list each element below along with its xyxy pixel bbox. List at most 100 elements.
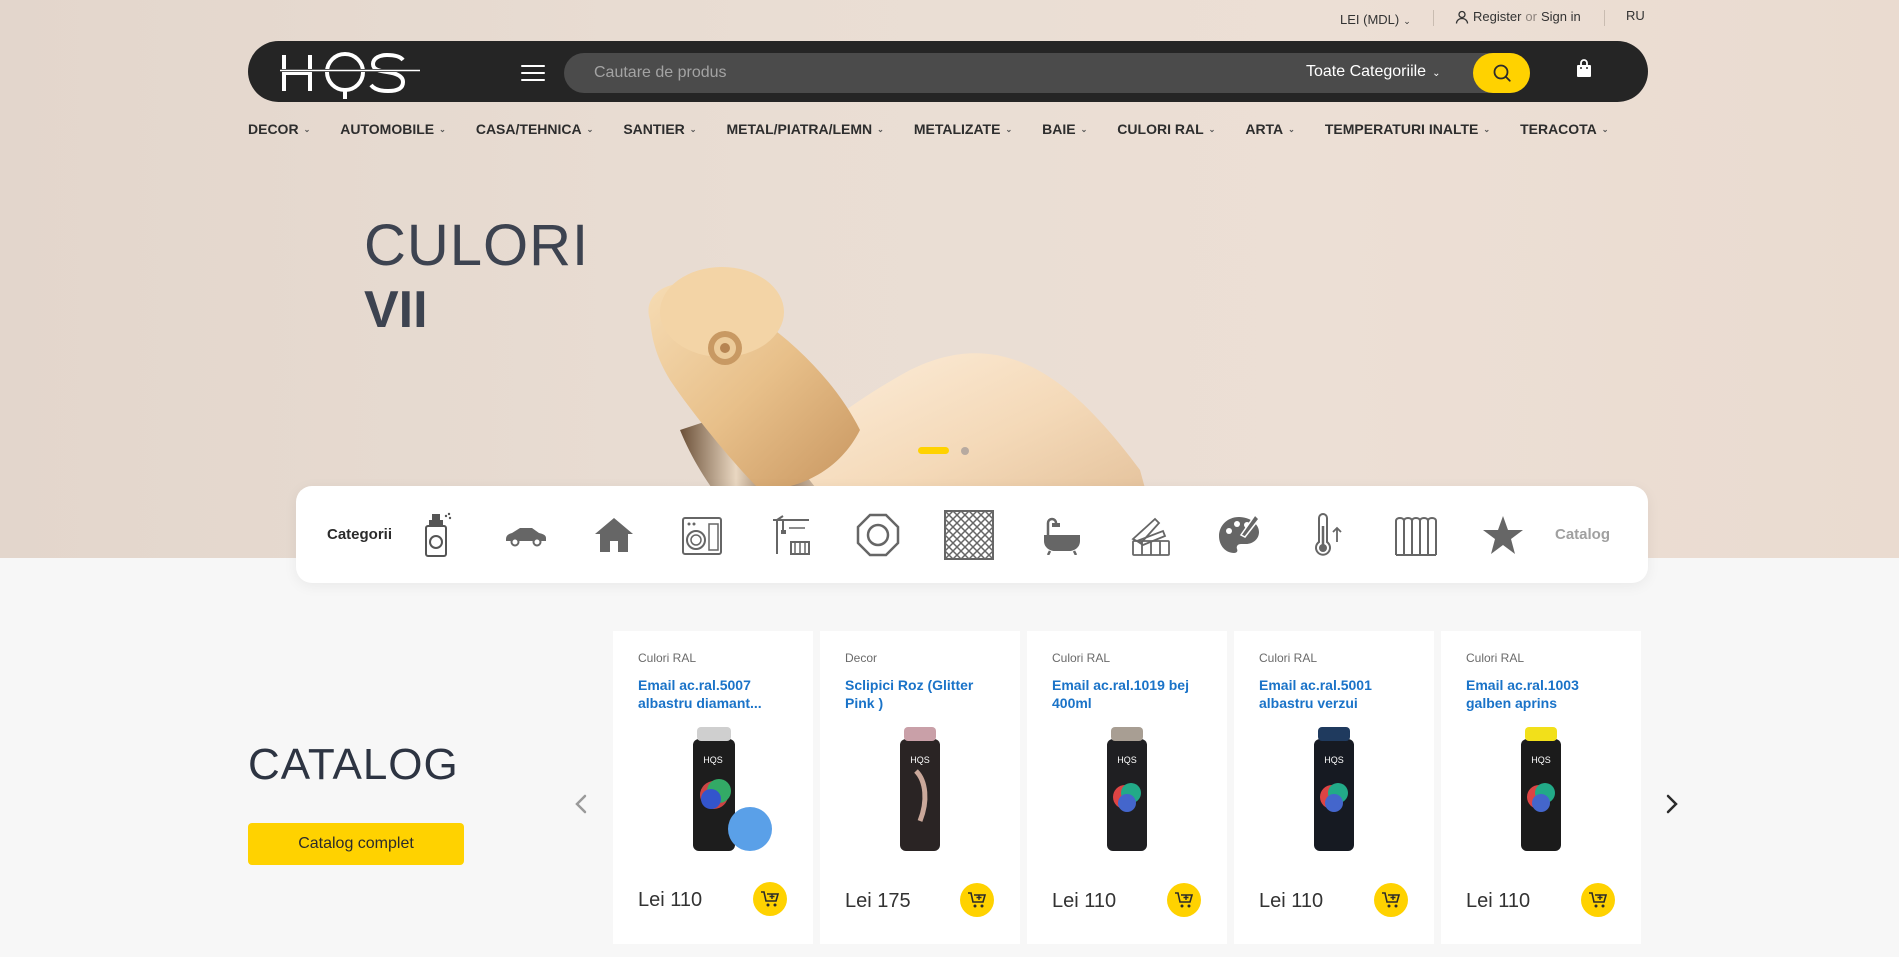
svg-text:HQS: HQS: [1117, 755, 1137, 765]
search-bar: Toate Categoriile ⌄: [564, 53, 1530, 93]
cart-button[interactable]: [1575, 59, 1593, 84]
svg-text:HQS: HQS: [910, 755, 930, 765]
nav-item-decor[interactable]: DECOR ⌄: [248, 121, 310, 137]
nav-item-metalizate[interactable]: METALIZATE ⌄: [914, 121, 1012, 137]
nut-icon[interactable]: [853, 510, 903, 560]
catalog-link[interactable]: Catalog: [1555, 526, 1610, 543]
product-card[interactable]: Decor Sclipici Roz (Glitter Pink ) HQS L…: [820, 631, 1020, 944]
terracotta-tiles-icon[interactable]: [1391, 510, 1441, 560]
thermometer-icon[interactable]: [1301, 510, 1351, 560]
appliances-icon[interactable]: [677, 510, 727, 560]
product-name-link[interactable]: Email ac.ral.1003 galben aprins: [1466, 676, 1626, 712]
site-logo[interactable]: [278, 45, 438, 99]
search-button[interactable]: [1473, 53, 1530, 93]
product-category: Culori RAL: [1466, 651, 1525, 665]
nav-item-automobile[interactable]: AUTOMOBILE ⌄: [340, 121, 446, 137]
menu-hamburger-icon[interactable]: [521, 65, 545, 81]
chevron-down-icon: ⌄: [586, 124, 594, 134]
product-price: Lei 175: [845, 890, 911, 912]
search-input[interactable]: [564, 53, 1284, 93]
product-category: Culori RAL: [1052, 651, 1111, 665]
nav-item-santier[interactable]: SANTIER ⌄: [623, 121, 696, 137]
bathtub-icon[interactable]: [1037, 510, 1087, 560]
product-category: Culori RAL: [1259, 651, 1318, 665]
nav-item-temperaturi-inalte[interactable]: TEMPERATURI INALTE ⌄: [1325, 121, 1490, 137]
chevron-down-icon: ⌄: [877, 124, 884, 134]
main-header: Toate Categoriile ⌄: [248, 41, 1648, 102]
product-name-link[interactable]: Email ac.ral.5007 albastru diamant...: [638, 676, 798, 712]
nav-item-label: ARTA: [1245, 121, 1284, 137]
nav-item-label: CASA/TEHNICA: [475, 121, 582, 137]
chevron-down-icon: ⌄: [1483, 124, 1491, 134]
full-catalog-button[interactable]: Catalog complet: [248, 823, 464, 865]
product-card[interactable]: Culori RAL Email ac.ral.5007 albastru di…: [613, 631, 813, 944]
chevron-down-icon: ⌄: [1432, 68, 1441, 79]
product-name-link[interactable]: Email ac.ral.5001 albastru verzui: [1259, 676, 1419, 712]
product-price: Lei 110: [638, 889, 703, 911]
cart-plus-icon: [1382, 892, 1401, 908]
nav-item-culori-ral[interactable]: CULORI RAL ⌄: [1117, 121, 1215, 137]
nav-item-teracota[interactable]: TERACOTA ⌄: [1520, 121, 1608, 137]
slider-dot[interactable]: [961, 447, 969, 455]
product-card[interactable]: Culori RAL Email ac.ral.5001 albastru ve…: [1234, 631, 1434, 944]
nav-item-metal-piatra-lemn[interactable]: METAL/PIATRA/LEMN ⌄: [726, 121, 883, 137]
nav-item-label: CULORI RAL: [1117, 121, 1204, 137]
product-name-link[interactable]: Sclipici Roz (Glitter Pink ): [845, 676, 1005, 712]
nav-item-baie[interactable]: BAIE ⌄: [1042, 121, 1087, 137]
hero-banner: LEI (MDL) ⌄ Register or Sign in RU Cauta…: [0, 0, 1899, 558]
paint-palette-icon[interactable]: [1214, 510, 1264, 560]
star-icon[interactable]: [1478, 510, 1528, 560]
add-to-cart-button[interactable]: [753, 882, 787, 916]
add-to-cart-button[interactable]: [960, 883, 994, 917]
car-icon[interactable]: [501, 510, 551, 560]
currency-selector[interactable]: LEI (MDL) ⌄: [1340, 12, 1411, 27]
nav-item-label: TEMPERATURI INALTE: [1324, 121, 1479, 137]
signin-link[interactable]: Sign in: [1541, 9, 1581, 24]
product-card[interactable]: Culori RAL Email ac.ral.1003 galben apri…: [1441, 631, 1641, 944]
carousel-prev-button[interactable]: [570, 792, 594, 816]
nav-item-casa-tehnica[interactable]: CASA/TEHNICA ⌄: [476, 121, 593, 137]
search-icon: [1493, 64, 1511, 82]
currency-label: LEI (MDL): [1340, 12, 1400, 27]
divider: [1433, 10, 1434, 26]
cart-plus-icon: [1589, 892, 1608, 908]
chevron-down-icon: ⌄: [689, 124, 697, 134]
product-name-link[interactable]: Email ac.ral.1019 bej 400ml: [1052, 676, 1212, 712]
cart-plus-icon: [968, 892, 987, 908]
product-image: HQS: [1314, 727, 1354, 851]
spray-can-icon[interactable]: [411, 510, 461, 560]
svg-text:HQS: HQS: [703, 755, 723, 765]
texture-icon[interactable]: [944, 510, 994, 560]
carousel-next-button[interactable]: [1659, 792, 1683, 816]
product-card[interactable]: Culori RAL Email ac.ral.1019 bej 400ml H…: [1027, 631, 1227, 944]
add-to-cart-button[interactable]: [1167, 883, 1201, 917]
catalog-title: CATALOG: [248, 740, 459, 789]
cart-plus-icon: [1175, 892, 1194, 908]
product-category: Culori RAL: [638, 651, 697, 665]
product-price: Lei 110: [1052, 890, 1117, 912]
add-to-cart-button[interactable]: [1374, 883, 1408, 917]
nav-item-label: BAIE: [1042, 121, 1076, 137]
construction-crane-icon[interactable]: [765, 510, 815, 560]
nav-item-label: AUTOMOBILE: [340, 121, 435, 137]
category-dropdown[interactable]: Toate Categoriile ⌄: [1306, 63, 1440, 81]
nav-item-label: METALIZATE: [913, 121, 1001, 137]
user-icon: [1455, 10, 1469, 24]
slider-dot-active[interactable]: [918, 447, 949, 454]
chevron-down-icon: ⌄: [439, 124, 446, 134]
top-utility-bar: LEI (MDL) ⌄ Register or Sign in RU: [0, 8, 1899, 30]
category-dropdown-label: Toate Categoriile: [1306, 63, 1427, 80]
shopping-bag-icon: [1577, 59, 1591, 77]
product-image: HQS: [1521, 727, 1561, 851]
nav-item-arta[interactable]: ARTA ⌄: [1245, 121, 1295, 137]
nav-item-label: TERACOTA: [1520, 121, 1597, 137]
add-to-cart-button[interactable]: [1581, 883, 1615, 917]
chevron-down-icon: ⌄: [1005, 124, 1013, 134]
color-palette-icon[interactable]: [1126, 510, 1176, 560]
hero-title: CULORI: [364, 213, 590, 278]
svg-text:HQS: HQS: [1531, 755, 1551, 765]
house-icon[interactable]: [589, 510, 639, 560]
chevron-down-icon: ⌄: [1288, 124, 1295, 134]
register-link[interactable]: Register: [1473, 9, 1521, 24]
language-switch[interactable]: RU: [1626, 8, 1645, 23]
